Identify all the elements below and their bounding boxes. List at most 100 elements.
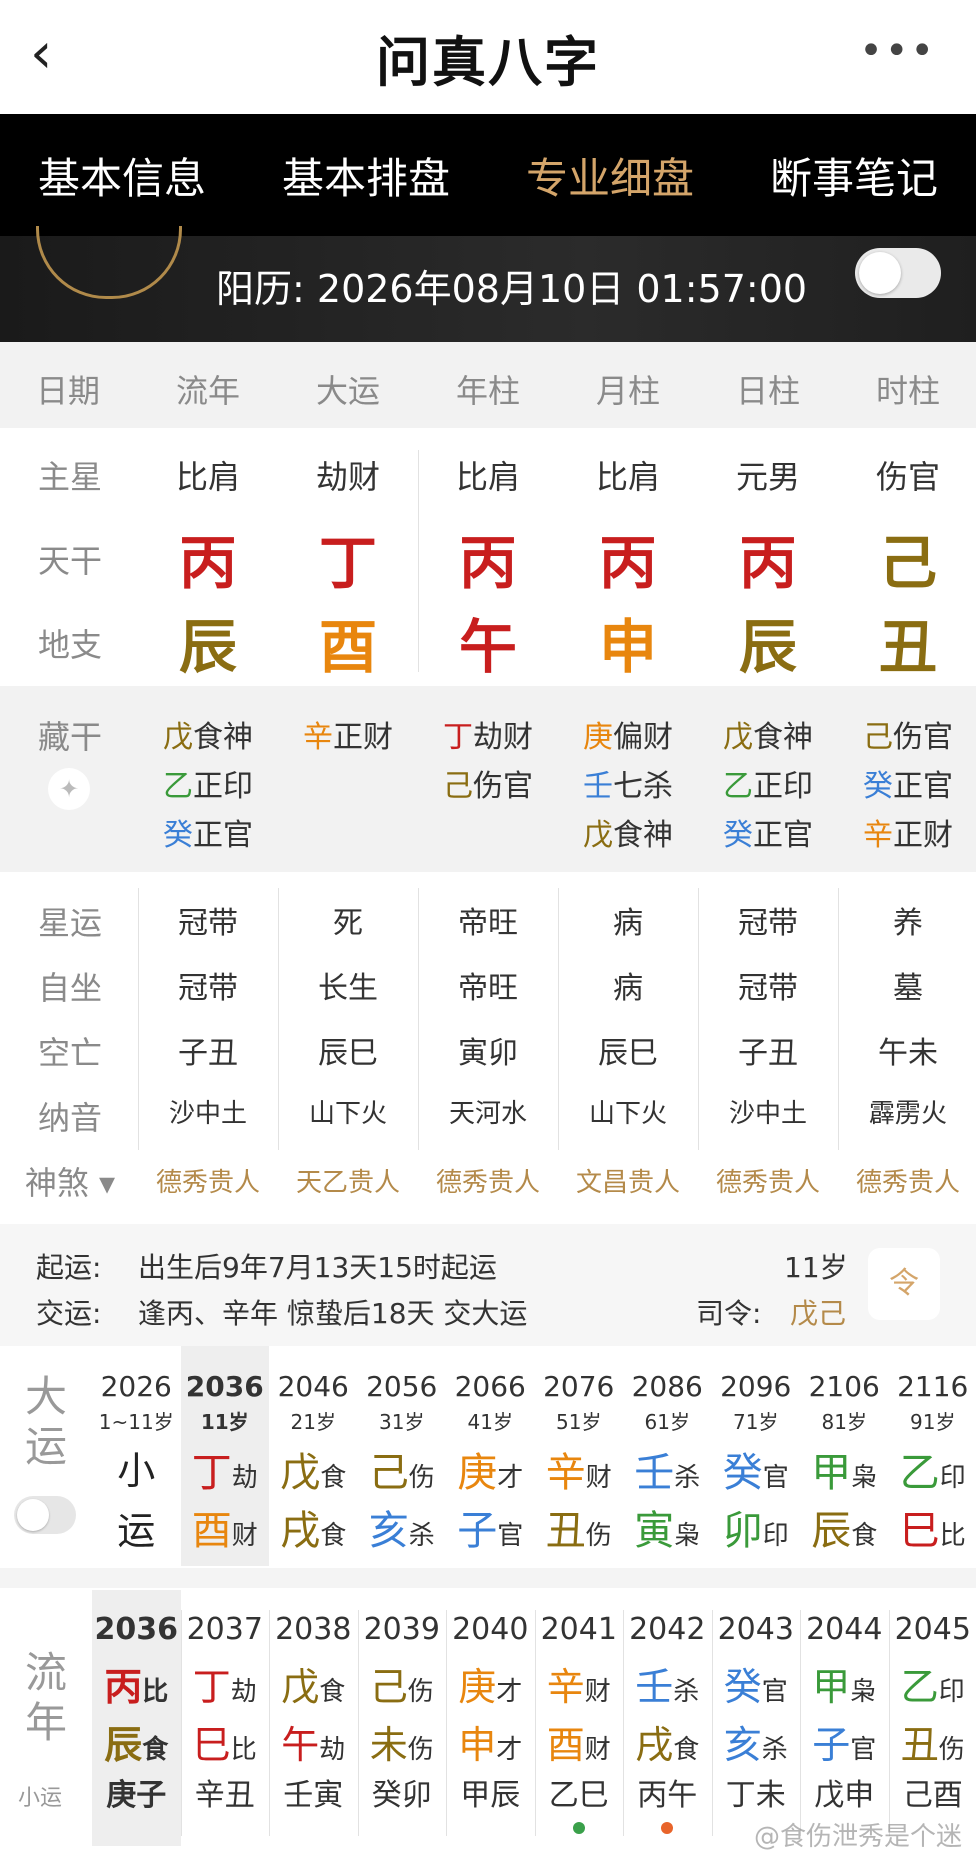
stem-char: 壬 xyxy=(634,1450,675,1496)
liunian-label: 流年 xyxy=(24,1648,67,1747)
row-label: 天干 xyxy=(37,542,102,580)
liunian-stem[interactable]: 癸官 xyxy=(712,1656,801,1711)
liunian-year[interactable]: 2039 xyxy=(358,1612,447,1647)
dayun-year[interactable]: 2036 xyxy=(181,1370,270,1403)
heavenly-stem: 丙 xyxy=(738,529,797,597)
xiaoyun-toggle[interactable] xyxy=(14,1496,76,1534)
dayun-year[interactable]: 2096 xyxy=(712,1370,801,1403)
dayun-branch[interactable]: 辰食 xyxy=(800,1498,889,1556)
dayun-branch[interactable]: 戌食 xyxy=(269,1498,358,1556)
liunian-stem[interactable]: 戊食 xyxy=(269,1656,358,1711)
liunian-branch[interactable]: 未伤 xyxy=(358,1714,447,1769)
liunian-branch[interactable]: 午劫 xyxy=(269,1714,358,1769)
dayun-stem[interactable]: 乙印 xyxy=(889,1440,976,1498)
liunian-branch[interactable]: 丑伤 xyxy=(889,1714,976,1769)
dayun-year[interactable]: 2026 xyxy=(92,1370,181,1403)
liunian-year[interactable]: 2036 xyxy=(92,1612,181,1647)
solar-label: 阳历: xyxy=(216,267,317,311)
info-value: 沙中土 xyxy=(728,1099,807,1129)
earthly-branch: 辰 xyxy=(738,613,797,681)
liunian-year[interactable]: 2041 xyxy=(535,1612,624,1647)
liunian-stem[interactable]: 壬杀 xyxy=(623,1656,712,1711)
tab-basic-info[interactable]: 基本信息 xyxy=(0,145,244,206)
tab-notes[interactable]: 断事笔记 xyxy=(732,145,976,206)
liunian-stem[interactable]: 丙比 xyxy=(92,1656,181,1711)
liunian-stem[interactable]: 丁劫 xyxy=(181,1656,270,1711)
liunian-year[interactable]: 2040 xyxy=(446,1612,535,1647)
hidden-stem-char: 丁 xyxy=(443,720,473,755)
dayun-branch[interactable]: 酉财 xyxy=(181,1498,270,1556)
dayun-age: 41岁 xyxy=(467,1410,513,1434)
hidden-stem-god: 正财 xyxy=(893,818,953,853)
liunian-stem[interactable]: 辛财 xyxy=(535,1656,624,1711)
dayun-stem[interactable]: 辛财 xyxy=(535,1440,624,1498)
liunian-stem[interactable]: 甲枭 xyxy=(800,1656,889,1711)
info-value: 霹雳火 xyxy=(868,1099,947,1129)
dayun-branch[interactable]: 亥杀 xyxy=(358,1498,447,1556)
shensha-dropdown[interactable]: 神煞 ▾ xyxy=(0,1158,140,1204)
liunian-year[interactable]: 2044 xyxy=(800,1612,889,1647)
tab-basic-chart[interactable]: 基本排盘 xyxy=(244,145,488,206)
liunian-branch[interactable]: 亥杀 xyxy=(712,1714,801,1769)
stem-char: 丁 xyxy=(191,1450,232,1496)
liunian-year[interactable]: 2038 xyxy=(269,1612,358,1647)
shensha-value[interactable]: 德秀贵人 xyxy=(418,1162,558,1199)
liunian-branch[interactable]: 巳比 xyxy=(181,1714,270,1769)
dayun-year[interactable]: 2046 xyxy=(269,1370,358,1403)
hidden-stem: 乙正印 xyxy=(138,761,278,805)
tab-pro-chart[interactable]: 专业细盘 xyxy=(488,145,732,206)
dayun-year[interactable]: 2106 xyxy=(800,1370,889,1403)
dayun-stem[interactable]: 庚才 xyxy=(446,1440,535,1498)
liunian-stem[interactable]: 乙印 xyxy=(889,1656,976,1711)
dayun-branch[interactable]: 子官 xyxy=(446,1498,535,1556)
birth-header: 阳历: 2026年08月10日 01:57:00 xyxy=(0,226,976,342)
dayun-branch[interactable]: 寅枭 xyxy=(623,1498,712,1556)
dayun-stem[interactable]: 丁劫 xyxy=(181,1440,270,1498)
shensha-value[interactable]: 德秀贵人 xyxy=(698,1162,838,1199)
dayun-year[interactable]: 2086 xyxy=(623,1370,712,1403)
dayun-stem[interactable]: 甲枭 xyxy=(800,1440,889,1498)
liunian-year[interactable]: 2043 xyxy=(712,1612,801,1647)
shensha-value[interactable]: 文昌贵人 xyxy=(558,1162,698,1199)
dayun-stem[interactable]: 戊食 xyxy=(269,1440,358,1498)
dayun-year[interactable]: 2116 xyxy=(889,1370,976,1403)
info-value: 冠带 xyxy=(178,971,238,1006)
liunian-branch[interactable]: 辰食 xyxy=(92,1714,181,1769)
dayun-year[interactable]: 2066 xyxy=(446,1370,535,1403)
info-value: 养 xyxy=(893,906,923,941)
stem-char: 己 xyxy=(368,1450,409,1496)
dayun-age: 1~11岁 xyxy=(98,1410,174,1434)
branch-god: 杀 xyxy=(761,1735,788,1765)
pin-icon[interactable]: ✦ xyxy=(48,768,90,810)
dayun-year[interactable]: 2076 xyxy=(535,1370,624,1403)
branch-char: 丑 xyxy=(545,1508,586,1554)
shensha-value[interactable]: 德秀贵人 xyxy=(838,1162,976,1199)
calendar-icon[interactable]: 令 xyxy=(868,1248,940,1320)
dayun-branch[interactable]: 巳比 xyxy=(889,1498,976,1556)
liunian-branch[interactable]: 酉财 xyxy=(535,1714,624,1769)
liunian-branch[interactable]: 戌食 xyxy=(623,1714,712,1769)
liunian-year[interactable]: 2042 xyxy=(623,1612,712,1647)
shensha-value[interactable]: 天乙贵人 xyxy=(278,1162,418,1199)
liunian-stem[interactable]: 庚才 xyxy=(446,1656,535,1711)
hidden-stem-god: 正财 xyxy=(333,720,393,755)
siling-value: 戊己 xyxy=(790,1297,847,1330)
branch-char: 酉 xyxy=(191,1508,232,1554)
dayun-stem[interactable]: 癸官 xyxy=(712,1440,801,1498)
branch-char: 巳 xyxy=(192,1723,231,1767)
dayun-year[interactable]: 2056 xyxy=(358,1370,447,1403)
liunian-year[interactable]: 2037 xyxy=(181,1612,270,1647)
xiaoyun-ganzhi: 丙午 xyxy=(637,1778,698,1813)
more-icon[interactable]: ••• xyxy=(859,28,936,74)
liunian-branch[interactable]: 子官 xyxy=(800,1714,889,1769)
xiaoyun-ganzhi: 己酉 xyxy=(902,1778,963,1813)
liunian-branch[interactable]: 申才 xyxy=(446,1714,535,1769)
liunian-year[interactable]: 2045 xyxy=(889,1612,976,1647)
calendar-toggle[interactable] xyxy=(855,248,941,298)
dayun-stem[interactable]: 壬杀 xyxy=(623,1440,712,1498)
dayun-stem[interactable]: 己伤 xyxy=(358,1440,447,1498)
shensha-value[interactable]: 德秀贵人 xyxy=(138,1162,278,1199)
liunian-stem[interactable]: 己伤 xyxy=(358,1656,447,1711)
dayun-branch[interactable]: 丑伤 xyxy=(535,1498,624,1556)
dayun-branch[interactable]: 卯印 xyxy=(712,1498,801,1556)
